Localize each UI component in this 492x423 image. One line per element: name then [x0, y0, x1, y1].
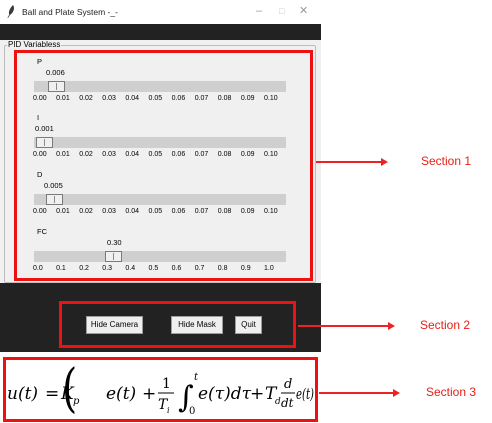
section1-arrowhead [381, 158, 388, 166]
formula-one: 1 [162, 376, 171, 392]
section1-label: Section 1 [421, 154, 472, 168]
section1-arrow [316, 161, 382, 163]
window-title: Ball and Plate System -_- [22, 7, 118, 17]
menu-strip [0, 24, 321, 40]
formula-integrand: e(τ)dτ [198, 384, 252, 404]
section2-arrowhead [388, 322, 395, 330]
formula-e-t: e(t) [106, 384, 136, 404]
formula-int-lower: 0 [189, 406, 195, 417]
formula-ti-sub: i [167, 406, 170, 415]
formula-plus-1: + [142, 384, 156, 404]
section1-outline [14, 50, 313, 281]
minimize-button[interactable]: – [256, 5, 262, 17]
formula-d-num: d [284, 377, 292, 392]
formula-e-t-2: e(t) [296, 385, 314, 403]
formula-int-upper: t [194, 372, 199, 383]
section3-arrow [319, 392, 394, 394]
formula-dt: dt [281, 396, 294, 410]
maximize-button[interactable]: □ [279, 5, 284, 17]
formula-equals: = [45, 384, 59, 404]
formula-lhs: u(t) [7, 384, 38, 404]
section2-label: Section 2 [420, 318, 471, 332]
section3-label: Section 3 [426, 385, 477, 399]
section2-outline [59, 301, 296, 348]
formula-lparen: ( [62, 361, 77, 418]
pid-formula: u(t) = K p ( e(t) + 1 T i ∫ t 0 e(τ)dτ +… [7, 361, 314, 418]
section2-arrow [298, 325, 389, 327]
formula-plus-2: + [250, 384, 264, 404]
close-button[interactable]: ✕ [299, 5, 308, 17]
section3-arrowhead [393, 389, 400, 397]
title-bar: Ball and Plate System -_- – □ ✕ [0, 0, 321, 24]
feather-icon [7, 5, 14, 18]
pid-group-label: PID Variabless [7, 40, 62, 49]
